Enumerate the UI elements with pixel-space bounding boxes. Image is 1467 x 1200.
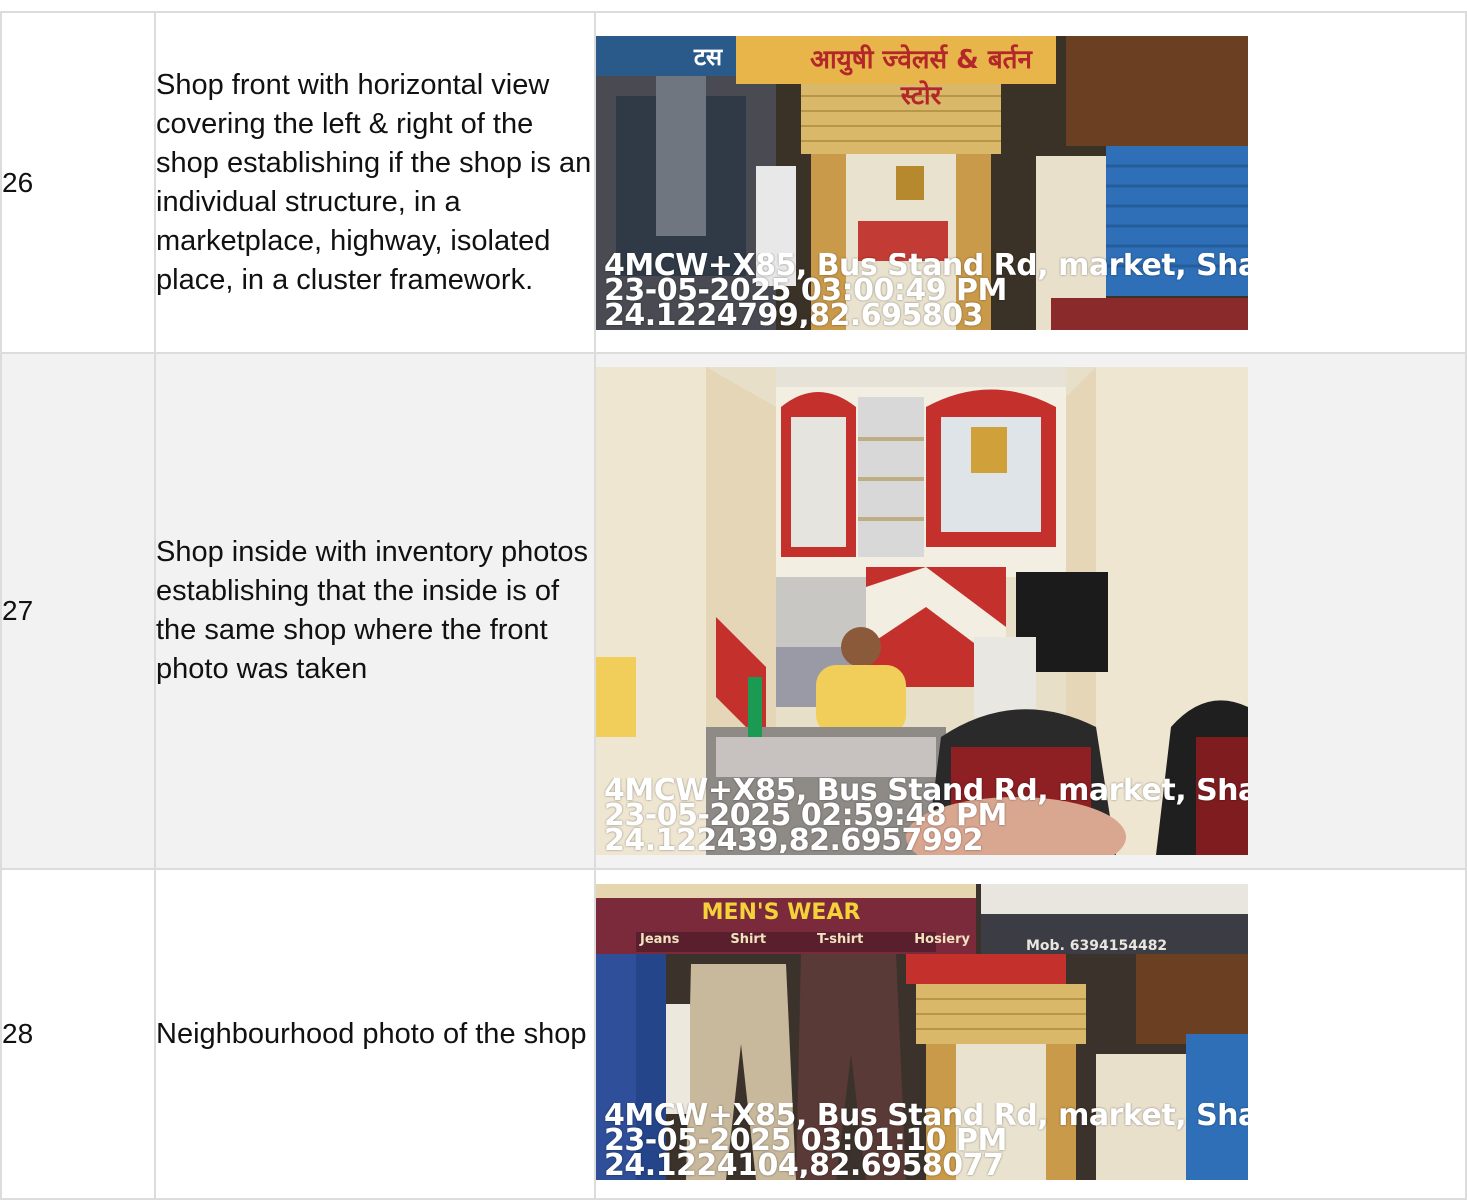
- neighbourhood-photo: MEN'S WEAR Jeans Shirt T-shirt Hosiery M…: [596, 884, 1248, 1180]
- shop-inside-photo: 4MCW+X85, Bus Stand Rd, market, Shakti .…: [596, 367, 1248, 855]
- row-number: 27: [0, 352, 156, 870]
- row-description: Neighbourhood photo of the shop: [154, 868, 596, 1200]
- geo-stamp-overlay: 4MCW+X85, Bus Stand Rd, market, Shakti .…: [604, 778, 1248, 853]
- report-table: 26 Shop front with horizontal view cover…: [0, 11, 1467, 1200]
- table-row: 27 Shop inside with inventory photos est…: [0, 352, 1467, 870]
- sign-item: Hosiery: [914, 932, 970, 947]
- photo-cell: आयुषी ज्वेलर्स & बर्तन स्टोर टस 4MCW+X85…: [594, 11, 1467, 354]
- sign-item: Shirt: [730, 932, 767, 947]
- photo-cell: 4MCW+X85, Bus Stand Rd, market, Shakti .…: [594, 352, 1467, 870]
- shop-sign-text: आयुषी ज्वेलर्स & बर्तन स्टोर: [810, 44, 1032, 111]
- photo-cell: MEN'S WEAR Jeans Shirt T-shirt Hosiery M…: [594, 868, 1467, 1200]
- row-description: Shop front with horizontal view covering…: [154, 11, 596, 354]
- row-number: 26: [0, 11, 156, 354]
- geo-stamp-overlay: 4MCW+X85, Bus Stand Rd, market, Shakti .…: [604, 253, 1248, 328]
- table-row: 28 Neighbourhood photo of the shop MEN'S…: [0, 868, 1467, 1200]
- table-row: 26 Shop front with horizontal view cover…: [0, 11, 1467, 354]
- shop-front-photo: आयुषी ज्वेलर्स & बर्तन स्टोर टस 4MCW+X85…: [596, 35, 1248, 330]
- sign-item: Jeans: [640, 932, 680, 947]
- mens-wear-sign-text: MEN'S WEAR: [701, 900, 861, 925]
- geo-stamp-coordinates: 24.1224104,82.6958077: [604, 1148, 1004, 1179]
- mobile-number-sign: Mob. 6394154482: [1026, 938, 1168, 954]
- geo-stamp-coordinates: 24.1224799,82.695803: [604, 297, 984, 328]
- geo-stamp-coordinates: 24.122439,82.6957992: [604, 823, 984, 854]
- sign-item: T-shirt: [816, 932, 864, 947]
- geo-stamp-overlay: 4MCW+X85, Bus Stand Rd, market, Shakti .…: [604, 1103, 1248, 1178]
- shop-sign-left-text: टस: [693, 42, 723, 71]
- row-number: 28: [0, 868, 156, 1200]
- row-description: Shop inside with inventory photos establ…: [154, 352, 596, 870]
- mens-wear-sign-items: Jeans Shirt T-shirt Hosiery: [640, 932, 970, 947]
